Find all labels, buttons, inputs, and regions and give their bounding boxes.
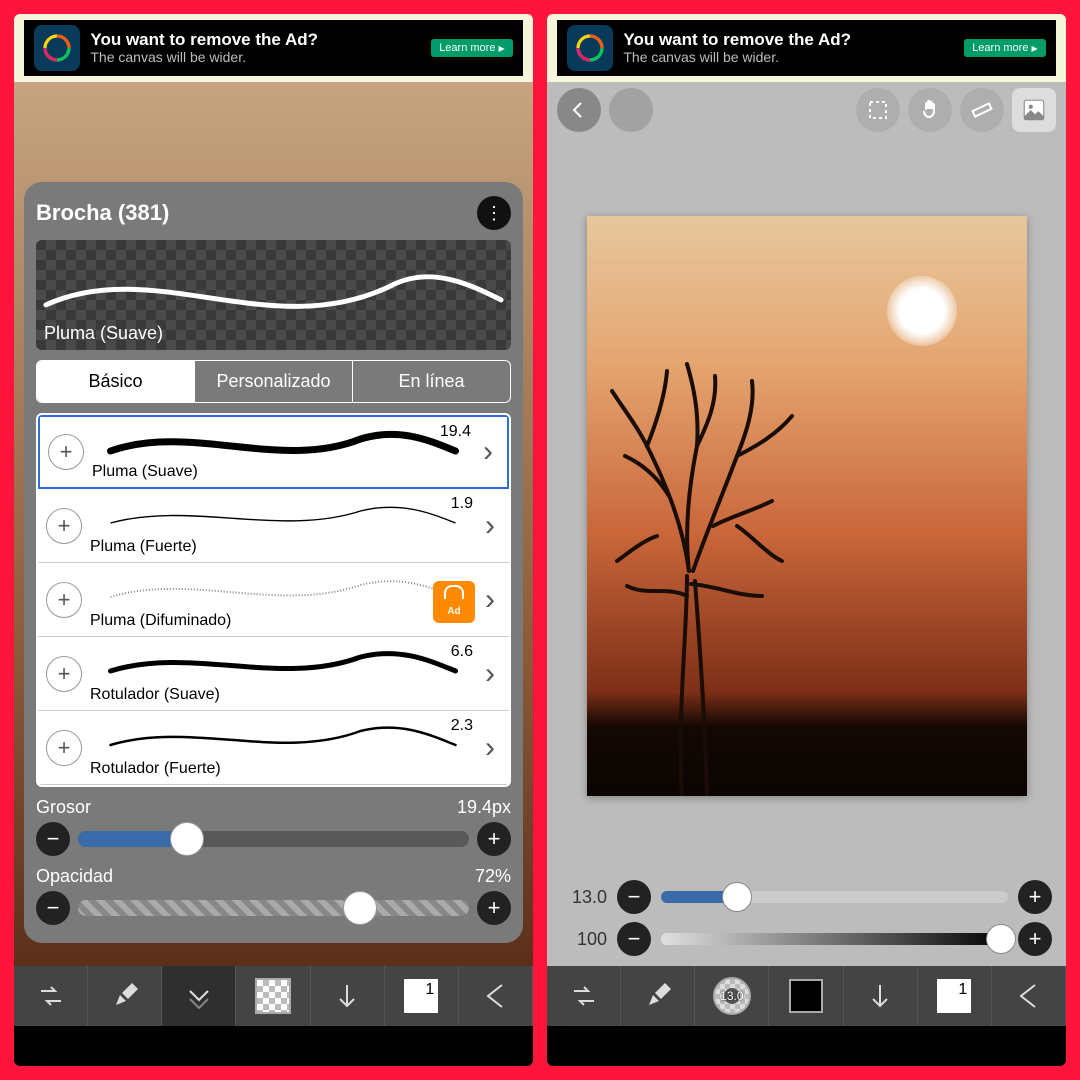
ad-learn-more-button[interactable]: Learn more	[964, 39, 1045, 57]
size-minus-button[interactable]: −	[617, 880, 651, 914]
thickness-plus-button[interactable]: +	[477, 822, 511, 856]
brush-item[interactable]: + Rotulador (Fuerte) 2.3 ›	[38, 711, 509, 785]
add-brush-button[interactable]: +	[46, 582, 82, 618]
opacity-value: 72%	[475, 866, 511, 887]
brush-list: + Pluma (Suave) 19.4 › + Pluma (Fuerte)	[36, 413, 511, 787]
hand-tool-button[interactable]	[908, 88, 952, 132]
chevron-right-icon[interactable]: ›	[479, 509, 501, 543]
brush-preview-label: Pluma (Suave)	[44, 323, 163, 344]
back-button[interactable]	[992, 966, 1066, 1026]
add-brush-button[interactable]: +	[46, 730, 82, 766]
bottom-toolbar: 13.0 1	[547, 966, 1066, 1026]
brush-item[interactable]: + Rotulador (Suave) 6.6 ›	[38, 637, 509, 711]
canvas-sun-shape	[887, 276, 957, 346]
reference-image-button[interactable]	[1012, 88, 1056, 132]
brush-panel-title: Brocha (381)	[36, 200, 169, 226]
add-brush-button[interactable]: +	[48, 434, 84, 470]
redo-button[interactable]	[609, 88, 653, 132]
layers-button[interactable]: 1	[385, 966, 459, 1026]
brush-locked-badge: Ad	[433, 581, 475, 623]
ruler-tool-button[interactable]	[960, 88, 1004, 132]
android-nav-bar	[547, 1026, 1066, 1066]
more-options-button[interactable]: ⋮	[477, 196, 511, 230]
brush-item[interactable]: + Pluma (Difuminado) Ad ›	[38, 563, 509, 637]
ad-learn-more-button[interactable]: Learn more	[431, 39, 512, 57]
android-nav-bar	[14, 1026, 533, 1066]
brush-name: Rotulador (Fuerte)	[90, 760, 221, 778]
brush-name: Rotulador (Suave)	[90, 686, 220, 704]
opacity-label: Opacidad	[36, 866, 113, 887]
back-button[interactable]	[459, 966, 533, 1026]
brush-name: Pluma (Difuminado)	[90, 612, 231, 630]
app-logo-icon	[567, 25, 613, 71]
thickness-slider[interactable]	[78, 831, 469, 847]
app-logo-icon	[34, 25, 80, 71]
brush-item[interactable]: + Pluma (Fuerte) 1.9 ›	[38, 489, 509, 563]
tab-basic[interactable]: Básico	[37, 361, 195, 402]
brush-tool-button[interactable]	[88, 966, 162, 1026]
move-down-button[interactable]	[311, 966, 385, 1026]
brush-name: Pluma (Fuerte)	[90, 538, 197, 556]
ad-banner[interactable]: You want to remove the Ad? The canvas wi…	[14, 14, 533, 82]
brush-name: Pluma (Suave)	[92, 463, 198, 481]
chevron-right-icon[interactable]: ›	[479, 583, 501, 617]
ad-banner[interactable]: You want to remove the Ad? The canvas wi…	[547, 14, 1066, 82]
add-brush-button[interactable]: +	[46, 656, 82, 692]
opacity-value: 100	[561, 929, 607, 950]
size-slider[interactable]	[661, 891, 1008, 903]
brush-item[interactable]: + Pluma (Suave) 19.4 ›	[38, 415, 509, 489]
undo-button[interactable]	[557, 88, 601, 132]
tab-online[interactable]: En línea	[353, 361, 510, 402]
selection-tool-button[interactable]	[856, 88, 900, 132]
opacity-plus-button[interactable]: +	[477, 891, 511, 925]
brush-size-label: 1.9	[451, 495, 473, 513]
thickness-label: Grosor	[36, 797, 91, 818]
collapse-button[interactable]	[162, 966, 236, 1026]
opacity-slider[interactable]	[661, 933, 1008, 945]
drawing-canvas[interactable]	[587, 216, 1027, 796]
swap-tool-button[interactable]	[14, 966, 88, 1026]
size-plus-button[interactable]: +	[1018, 880, 1052, 914]
phone-right: You want to remove the Ad? The canvas wi…	[547, 14, 1066, 1066]
brush-preview: Pluma (Suave)	[36, 240, 511, 350]
add-brush-button[interactable]: +	[46, 508, 82, 544]
brush-size-label: 6.6	[451, 643, 473, 661]
thickness-value: 19.4px	[457, 797, 511, 818]
thickness-minus-button[interactable]: −	[36, 822, 70, 856]
brush-preview-button[interactable]: 13.0	[695, 966, 769, 1026]
color-picker-button[interactable]	[236, 966, 310, 1026]
tab-custom[interactable]: Personalizado	[195, 361, 353, 402]
brush-size-label: 19.4	[440, 423, 471, 441]
layers-button[interactable]: 1	[918, 966, 992, 1026]
color-picker-button[interactable]	[769, 966, 843, 1026]
opacity-slider[interactable]	[78, 900, 469, 916]
brush-size-label: 2.3	[451, 717, 473, 735]
bottom-toolbar: 1	[14, 966, 533, 1026]
chevron-right-icon[interactable]: ›	[479, 731, 501, 765]
canvas-tree-drawing	[587, 336, 827, 796]
move-down-button[interactable]	[844, 966, 918, 1026]
ad-text: You want to remove the Ad? The canvas wi…	[623, 31, 964, 65]
brush-panel: Brocha (381) ⋮ Pluma (Suave) Básico Pers…	[24, 182, 523, 943]
phone-left: You want to remove the Ad? The canvas wi…	[14, 14, 533, 1066]
size-value: 13.0	[561, 887, 607, 908]
top-toolbar	[547, 82, 1066, 138]
opacity-minus-button[interactable]: −	[617, 922, 651, 956]
brush-tool-button[interactable]	[621, 966, 695, 1026]
chevron-right-icon[interactable]: ›	[477, 435, 499, 469]
ad-text: You want to remove the Ad? The canvas wi…	[90, 31, 431, 65]
chevron-right-icon[interactable]: ›	[479, 657, 501, 691]
brush-tabs: Básico Personalizado En línea	[36, 360, 511, 403]
opacity-minus-button[interactable]: −	[36, 891, 70, 925]
opacity-plus-button[interactable]: +	[1018, 922, 1052, 956]
swap-tool-button[interactable]	[547, 966, 621, 1026]
